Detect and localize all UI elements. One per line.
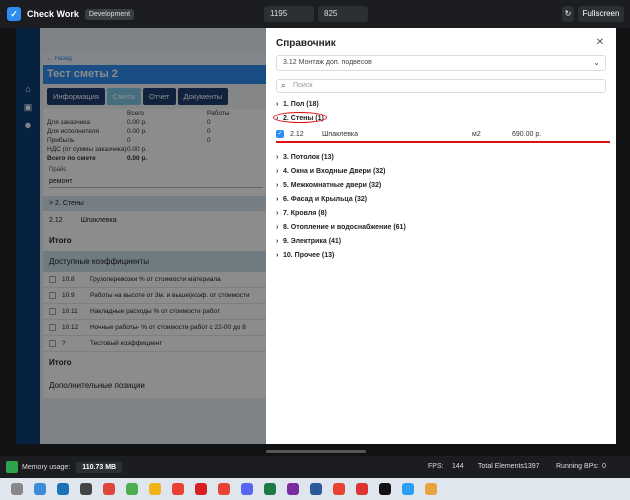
leaf-code: 2.12: [290, 130, 304, 138]
app-icon[interactable]: [356, 483, 368, 495]
refresh-icon[interactable]: ↻: [562, 6, 574, 22]
chevron-right-icon: ›: [276, 154, 279, 161]
memory-icon: [6, 461, 18, 473]
fullscreen-button[interactable]: Fullscreen: [578, 6, 624, 22]
tree-item[interactable]: › 5. Межкомнатные двери (32): [276, 179, 606, 193]
preview-frame: ⌂ ▣ ☻ ← Назад Тест сметы 2 Информация См…: [16, 28, 616, 444]
drawer-title: Справочник: [276, 38, 336, 49]
width-input[interactable]: 1195: [264, 6, 314, 22]
modal-overlay[interactable]: [16, 28, 266, 444]
tree-label: 6. Фасад и Крыльца (32): [283, 196, 368, 203]
os-taskbar: [0, 478, 630, 500]
yandex-browser-icon[interactable]: [149, 483, 161, 495]
annotation-ellipse: [273, 112, 327, 123]
tree-item[interactable]: › 7. Кровля (8): [276, 207, 606, 221]
chrome-icon[interactable]: [172, 483, 184, 495]
chevron-right-icon: ›: [276, 101, 279, 108]
yandex-icon[interactable]: [103, 483, 115, 495]
app-title: Check Work: [27, 9, 79, 19]
tree-item[interactable]: › 6. Фасад и Крыльца (32): [276, 193, 606, 207]
fps-value: 144: [452, 463, 464, 470]
app-logo-icon: ✓: [7, 7, 21, 21]
app-icon[interactable]: [379, 483, 391, 495]
total-elements-label: Total Elements:: [478, 463, 526, 470]
tree-label: 10. Прочее (13): [283, 252, 335, 259]
leaf-unit: м2: [472, 130, 481, 138]
tree-item[interactable]: › 8. Отопление и водоснабжение (61): [276, 221, 606, 235]
tree-item[interactable]: › 3. Потолок (13): [276, 151, 606, 165]
tree-label: 1. Пол (18): [283, 101, 319, 108]
word-icon[interactable]: [310, 483, 322, 495]
memory-value: 110.73 MB: [76, 461, 123, 473]
chevron-down-icon: ⌄: [593, 58, 600, 67]
app-icon[interactable]: [80, 483, 92, 495]
env-badge: Development: [84, 8, 135, 20]
memory-label: Memory usage:: [22, 463, 71, 471]
checkbox-checked-icon[interactable]: ✓: [276, 130, 284, 138]
search-icon: ⌕: [281, 81, 286, 90]
chevron-right-icon: ›: [276, 168, 279, 175]
resize-handle[interactable]: [266, 450, 366, 453]
opera-icon[interactable]: [195, 483, 207, 495]
discord-icon[interactable]: [241, 483, 253, 495]
tree-label: 5. Межкомнатные двери (32): [283, 182, 382, 189]
tree-label: 8. Отопление и водоснабжение (61): [283, 224, 406, 231]
tree-label: 7. Кровля (8): [283, 210, 327, 217]
chevron-right-icon: ›: [276, 196, 279, 203]
edge-icon[interactable]: [34, 483, 46, 495]
app-icon[interactable]: [126, 483, 138, 495]
tree-item[interactable]: › 1. Пол (18): [276, 98, 606, 112]
chevron-right-icon: ›: [276, 252, 279, 259]
search-input[interactable]: ⌕ Поиск: [276, 79, 606, 93]
chevron-right-icon: ›: [276, 224, 279, 231]
leaf-name: Шпаклевка: [322, 130, 359, 138]
outlook-icon[interactable]: [57, 483, 69, 495]
selected-value: 3.12 Монтаж доп. подвесов: [283, 59, 372, 66]
running-bps-value: 0: [602, 463, 606, 470]
status-bar: Memory usage: 110.73 MB FPS: 144 Total E…: [0, 456, 630, 478]
reference-drawer: Справочник ✕ 3.12 Монтаж доп. подвесов ⌄ …: [266, 28, 616, 444]
chrome-icon[interactable]: [218, 483, 230, 495]
leaf-price: 690.00 р.: [512, 130, 542, 138]
annotation-underline: [276, 141, 610, 143]
category-tree: › 1. Пол (18) › 2. Стены (1) ✓ 2.12 Шпаклевк…: [276, 98, 606, 263]
tree-item[interactable]: › 4. Окна и Входные Двери (32): [276, 165, 606, 179]
chrome-icon[interactable]: [333, 483, 345, 495]
close-icon[interactable]: ✕: [594, 37, 606, 49]
telegram-icon[interactable]: [402, 483, 414, 495]
tree-item[interactable]: › 10. Прочее (13): [276, 249, 606, 263]
top-bar: ✓ Check Work Development 1195 825 ↻ Full…: [0, 0, 630, 28]
tree-label: 4. Окна и Входные Двери (32): [283, 168, 386, 175]
chevron-right-icon: ›: [276, 182, 279, 189]
excel-icon[interactable]: [264, 483, 276, 495]
tree-label: 3. Потолок (13): [283, 154, 334, 161]
chevron-right-icon: ›: [276, 210, 279, 217]
total-elements-value: 1397: [524, 463, 540, 470]
app-icon[interactable]: [425, 483, 437, 495]
chevron-right-icon: ›: [276, 238, 279, 245]
running-bps-label: Running BPs:: [556, 463, 599, 470]
windows-start-icon[interactable]: [11, 483, 23, 495]
tree-label: 9. Электрика (41): [283, 238, 342, 245]
fps-label: FPS:: [428, 463, 444, 470]
selected-dropdown[interactable]: 3.12 Монтаж доп. подвесов ⌄: [276, 55, 606, 71]
tree-item[interactable]: › 9. Электрика (41): [276, 235, 606, 249]
leaf-item[interactable]: ✓ 2.12 Шпаклевка м2 690.00 р.: [276, 126, 606, 142]
search-placeholder: Поиск: [293, 82, 313, 89]
height-input[interactable]: 825: [318, 6, 368, 22]
onenote-icon[interactable]: [287, 483, 299, 495]
